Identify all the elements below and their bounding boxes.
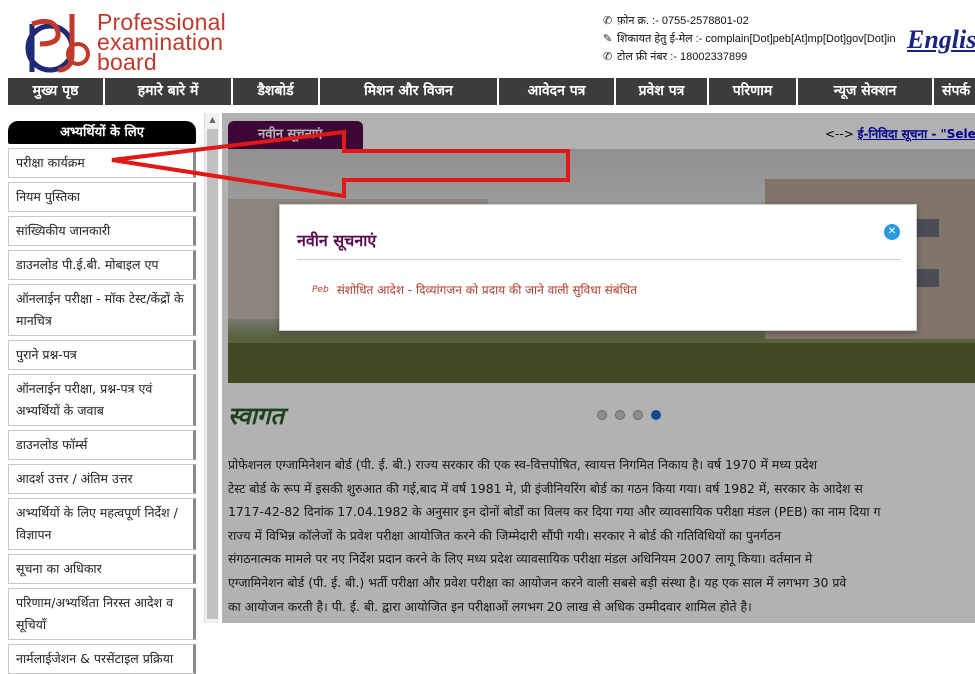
nav-news-section[interactable]: न्यूज सेक्शन [798,78,934,105]
sidebar-item-mock-test[interactable]: ऑनलाईन परीक्षा - मॉक टेस्ट/केंद्रों के म… [8,284,196,336]
modal-notice-link[interactable]: Peb संशोधित आदेश - दिव्यांगजन को प्रदाय … [312,281,637,298]
contact-phone-text: फ़ोन क्र. :- 0755-2578801-02 [617,15,749,27]
contact-tollfree: ✆ टोल फ्री नंबर :- 18002337899 [603,48,896,66]
english-language-link[interactable]: English [907,25,975,55]
contact-info: ✆ फ़ोन क्र. :- 0755-2578801-02 ✎ शिकायत … [603,12,896,66]
close-icon[interactable]: ✕ [884,224,900,240]
sidebar-item-statistics[interactable]: सांख्यिकीय जानकारी [8,216,196,246]
site-header: Professional examination board ✆ फ़ोन क्… [0,0,975,78]
modal-backdrop[interactable] [222,113,975,623]
sidebar-item-instructions[interactable]: अभ्यर्थियों के लिए महत्वपूर्ण निर्देश / … [8,498,196,550]
mail-icon: ✎ [603,33,613,45]
sidebar-item-normalization[interactable]: नार्मलाईजेशन & परसेंटाइल प्रक्रिया [8,644,196,674]
nav-admit-card[interactable]: प्रवेश पत्र [616,78,709,105]
sidebar-item-mobile-app[interactable]: डाउनलोड पी.ई.बी. मोबाइल एप [8,250,196,280]
sidebar-item-cancellation-orders[interactable]: परिणाम/अभ्यर्थिता निरस्त आदेश व सूचियॉं [8,588,196,640]
main-nav: मुख्य पृष्ठ हमारे बारे में डैशबोर्ड मिशन… [8,78,975,105]
sidebar-item-old-papers[interactable]: पुराने प्रश्न-पत्र [8,340,196,370]
scroll-up-arrow-icon[interactable]: ▲ [205,113,220,127]
nav-mission-vision[interactable]: मिशन और विजन [320,78,499,105]
modal-notice-text[interactable]: संशोधित आदेश - दिव्यांगजन को प्रदाय की ज… [337,281,637,298]
phone-icon: ✆ [603,51,613,63]
nav-contact[interactable]: संपर्क [934,78,975,105]
scroll-thumb[interactable] [207,129,218,619]
modal-title: नवीन सूचनाएं [297,231,377,250]
peb-mini-logo-icon: Peb [312,284,329,295]
sidebar-heading: अभ्यर्थियों के लिए [8,121,196,144]
logo-line-3: board [97,49,157,75]
sidebar-item-exam-schedule[interactable]: परीक्षा कार्यक्रम [8,148,196,178]
sidebar-scrollbar[interactable]: ▲ [204,113,219,623]
modal-divider [297,259,901,260]
candidate-sidebar: अभ्यर्थियों के लिए परीक्षा कार्यक्रम निय… [8,121,196,674]
nav-home[interactable]: मुख्य पृष्ठ [8,78,105,105]
contact-phone: ✆ फ़ोन क्र. :- 0755-2578801-02 [603,12,896,30]
nav-application-form[interactable]: आवेदन पत्र [499,78,616,105]
sidebar-item-model-answers[interactable]: आदर्श उत्तर / अंतिम उत्तर [8,464,196,494]
phone-icon: ✆ [603,15,613,27]
sidebar-item-download-forms[interactable]: डाउनलोड फॉर्म्स [8,430,196,460]
sidebar-item-online-answers[interactable]: ऑनलाईन परीक्षा, प्रश्न-पत्र एवं अभ्यर्थि… [8,374,196,426]
sidebar-item-rti[interactable]: सूचना का अधिकार [8,554,196,584]
logo-wordmark: Professional examination board [97,11,226,75]
contact-email-text: शिकायत हेतु ई-मेल :- complain[Dot]peb[At… [617,33,896,45]
contact-email: ✎ शिकायत हेतु ई-मेल :- complain[Dot]peb[… [603,30,896,48]
sidebar-item-rule-book[interactable]: नियम पुस्तिका [8,182,196,212]
nav-about[interactable]: हमारे बारे में [105,78,233,105]
peb-logo[interactable] [14,10,94,74]
nav-dashboard[interactable]: डैशबोर्ड [233,78,320,105]
news-modal: नवीन सूचनाएं ✕ Peb संशोधित आदेश - दिव्या… [279,204,917,331]
nav-result[interactable]: परिणाम [709,78,798,105]
contact-tollfree-text: टोल फ्री नंबर :- 18002337899 [617,51,748,63]
